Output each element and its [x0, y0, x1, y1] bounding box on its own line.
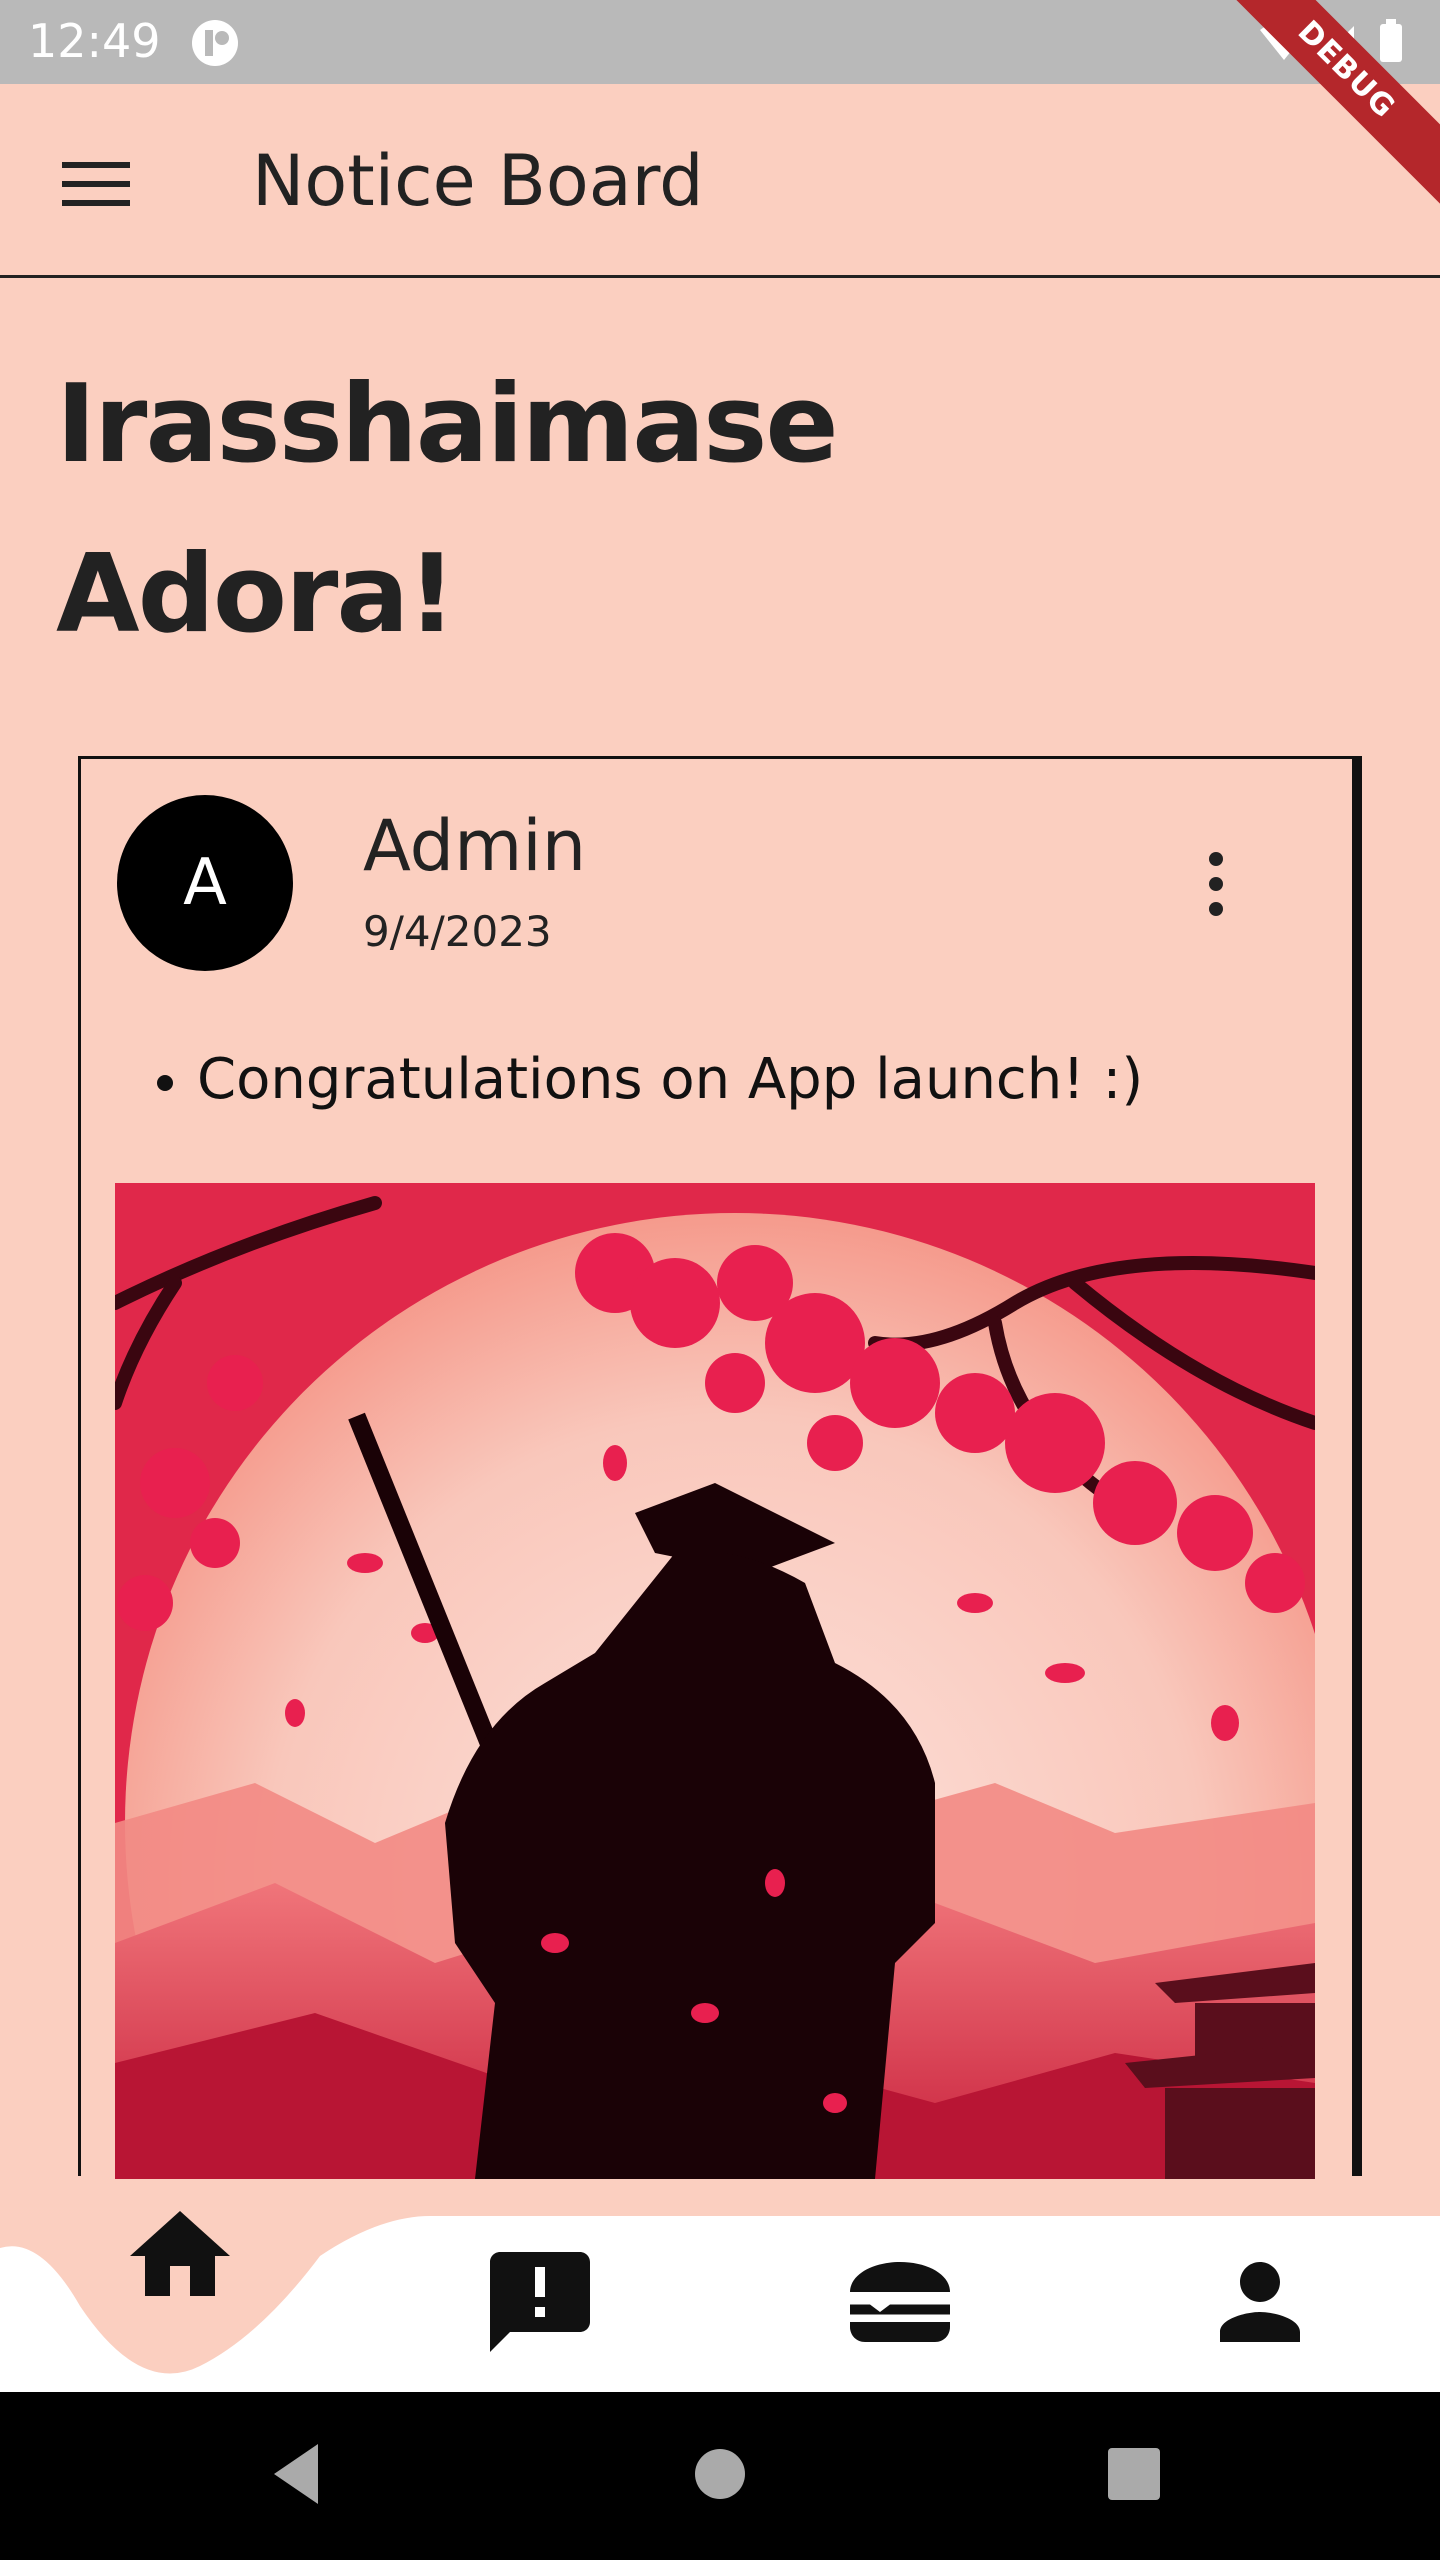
post-date: 9/4/2023	[363, 907, 552, 956]
post-image[interactable]	[115, 1183, 1315, 2179]
page-title: Notice Board	[252, 140, 704, 222]
app-notification-icon	[192, 20, 238, 66]
burger-icon	[850, 2262, 950, 2342]
greeting-line-1: Irasshaimase	[56, 362, 839, 487]
nav-food[interactable]	[840, 2242, 960, 2362]
app-bar: Notice Board	[0, 84, 1440, 278]
status-bar: 12:49	[0, 0, 1440, 84]
notice-card[interactable]: A Admin 9/4/2023 Congratulations on App …	[78, 756, 1362, 2179]
avatar[interactable]: A	[117, 795, 293, 971]
greeting-line-2: Adora!	[56, 532, 456, 657]
home-circle-icon[interactable]	[680, 2434, 760, 2514]
home-icon	[130, 2211, 230, 2296]
menu-icon[interactable]	[62, 160, 130, 208]
system-nav-bar	[0, 2392, 1440, 2560]
recents-icon[interactable]	[1094, 2434, 1174, 2514]
battery-icon	[1380, 19, 1402, 62]
nav-home[interactable]	[120, 2196, 240, 2316]
post-bullet: Congratulations on App launch! :)	[157, 1047, 1143, 1112]
status-time: 12:49	[28, 14, 161, 68]
post-author: Admin	[363, 805, 587, 887]
back-icon[interactable]	[260, 2434, 340, 2514]
announcement-icon	[490, 2252, 590, 2352]
nav-profile[interactable]	[1200, 2242, 1320, 2362]
nav-announcements[interactable]	[480, 2242, 600, 2362]
greeting-heading: Irasshaimase Adora!	[56, 340, 1056, 680]
person-icon	[1220, 2262, 1300, 2342]
post-bullet-text: Congratulations on App launch! :)	[197, 1047, 1144, 1112]
more-vert-icon[interactable]	[1201, 849, 1231, 919]
bullet-dot	[157, 1074, 173, 1091]
